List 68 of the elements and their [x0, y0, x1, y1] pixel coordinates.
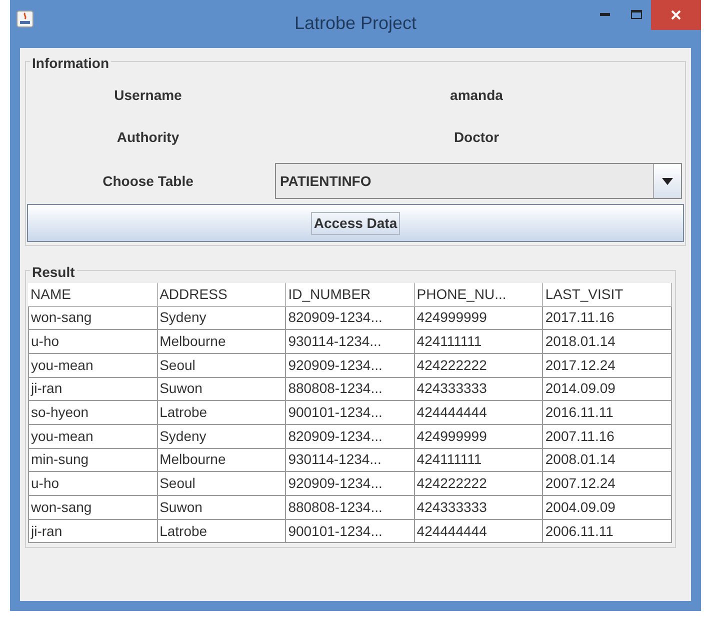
maximize-icon — [630, 10, 642, 18]
table-cell: Sydeny — [157, 424, 286, 448]
table-cell: 424999999 — [414, 306, 543, 330]
table-cell: won-sang — [28, 496, 158, 520]
window-title: Latrobe Project — [294, 12, 417, 35]
table-cell: 880808-1234... — [286, 377, 414, 401]
field-value: Doctor — [452, 128, 500, 146]
table-cell: 424111111 — [414, 448, 543, 472]
table-cell: 820909-1234... — [286, 424, 414, 448]
column-header[interactable]: LAST_VISIT — [542, 283, 672, 306]
table-cell: you-mean — [28, 424, 158, 448]
table-cell: 424111111 — [414, 330, 543, 354]
table-cell: you-mean — [28, 353, 158, 378]
table-cell: ji-ran — [28, 519, 158, 543]
table-cell: 900101-1234... — [286, 400, 414, 424]
column-header[interactable]: ADDRESS — [157, 283, 286, 306]
field-label: Choose Table — [102, 172, 194, 190]
column-header[interactable]: PHONE_NU... — [414, 283, 543, 306]
table-cell: 424444444 — [414, 519, 543, 543]
access-data-button[interactable]: Access Data — [27, 204, 684, 242]
table-cell: u-ho — [28, 330, 158, 354]
table-cell: 424333333 — [414, 377, 543, 401]
table-cell: 2017.11.16 — [542, 306, 672, 330]
table-cell: 2017.12.24 — [542, 353, 672, 378]
table-cell: 2008.01.14 — [542, 448, 672, 472]
table-cell: won-sang — [28, 306, 158, 330]
table-cell: 2018.01.14 — [542, 330, 672, 354]
table-cell: min-sung — [28, 448, 158, 472]
table-cell: Latrobe — [157, 519, 286, 543]
table-cell: Suwon — [157, 496, 286, 520]
table-cell: Suwon — [157, 377, 286, 401]
table-cell: 2014.09.09 — [542, 377, 672, 401]
minimize-icon — [600, 12, 610, 16]
close-icon — [671, 10, 681, 20]
table-cell: Seoul — [157, 353, 286, 378]
dropdown-arrow-icon — [662, 178, 673, 184]
table-cell: 920909-1234... — [286, 472, 414, 496]
table-cell: Seoul — [157, 472, 286, 496]
table-cell: u-ho — [28, 472, 158, 496]
table-cell: 424333333 — [414, 496, 543, 520]
table-cell: 930114-1234... — [286, 448, 414, 472]
field-label: Authority — [116, 128, 180, 147]
table-cell: 2016.11.11 — [542, 400, 672, 424]
table-cell: 920909-1234... — [286, 353, 414, 378]
table-cell: Sydeny — [157, 306, 286, 330]
field-label: Username — [113, 86, 183, 104]
table-cell: Melbourne — [157, 448, 286, 472]
table-cell: 880808-1234... — [286, 496, 414, 520]
column-header[interactable]: ID_NUMBER — [286, 283, 414, 306]
table-cell: 424222222 — [414, 353, 543, 378]
table-dropdown[interactable]: PATIENTINFO — [275, 163, 682, 199]
close-button[interactable] — [651, 0, 701, 30]
table-cell: 424444444 — [414, 400, 543, 424]
table-cell: 820909-1234... — [286, 306, 414, 330]
table-cell: Melbourne — [157, 330, 286, 354]
table-cell: so-hyeon — [28, 400, 158, 424]
table-cell: 424222222 — [414, 472, 543, 496]
field-value: amanda — [449, 86, 504, 104]
table-cell: 2004.09.09 — [542, 496, 672, 520]
table-cell: ji-ran — [28, 377, 158, 401]
table-cell: 2006.11.11 — [542, 519, 672, 543]
table-cell: 2007.12.24 — [542, 472, 672, 496]
table-cell: 2007.11.16 — [542, 424, 672, 448]
table-cell: Latrobe — [157, 400, 286, 424]
table-cell: 930114-1234... — [286, 330, 414, 354]
table-cell: 424999999 — [414, 424, 543, 448]
table-cell: 900101-1234... — [286, 519, 414, 543]
column-header[interactable]: NAME — [28, 283, 158, 306]
